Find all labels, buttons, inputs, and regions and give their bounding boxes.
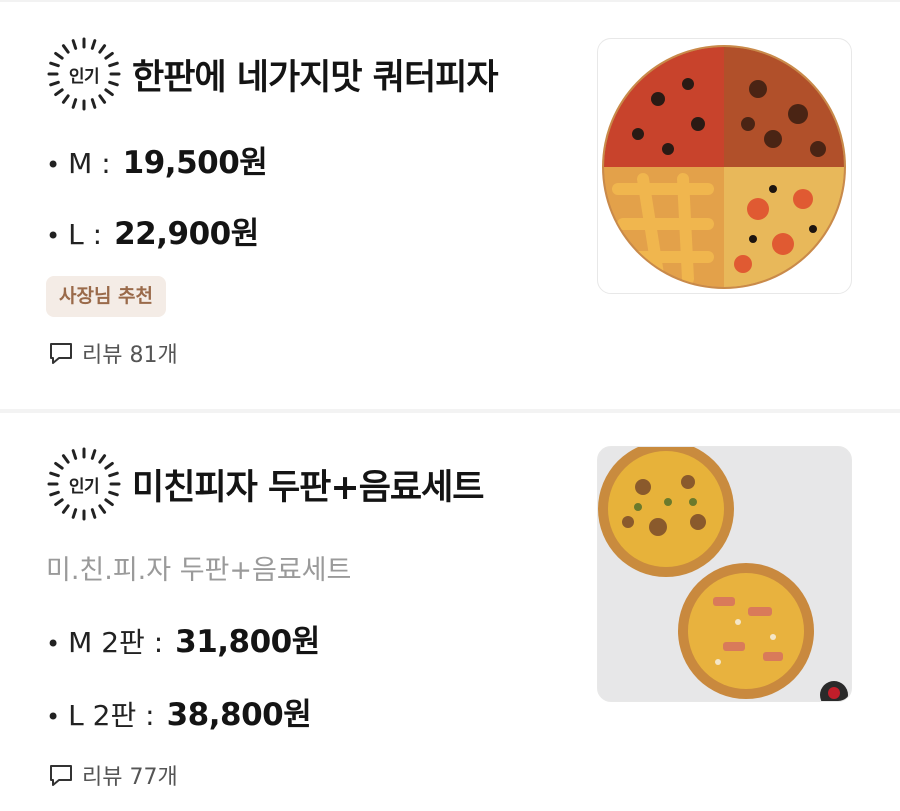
- menu-item-card[interactable]: 인기 한판에 네가지맛 쿼터피자 • M : 19,500원 • L : 22,…: [0, 0, 900, 409]
- menu-item-header: 인기 한판에 네가지맛 쿼터피자: [46, 36, 499, 112]
- speech-bubble-icon: [50, 343, 72, 364]
- speech-bubble-icon: [50, 765, 72, 786]
- two-pizzas-photo-icon: [598, 447, 851, 701]
- review-count-label: 리뷰 81개: [82, 343, 178, 368]
- price-option-l: • L : 22,900원: [46, 208, 259, 253]
- price-value: 22,900원: [114, 216, 259, 252]
- size-label: L :: [68, 218, 103, 251]
- popular-badge-label: 인기: [68, 66, 100, 87]
- menu-item-title: 한판에 네가지맛 쿼터피자: [132, 57, 499, 98]
- bullet: •: [46, 703, 61, 731]
- menu-item-header: 인기 미친피자 두판+음료세트: [46, 446, 485, 522]
- menu-item-photo[interactable]: [597, 446, 852, 702]
- popular-badge: 인기: [46, 446, 122, 522]
- price-option-m: • M : 19,500원: [46, 137, 268, 182]
- price-value: 38,800원: [166, 697, 312, 733]
- owner-recommend-tag: 사장님 추천: [46, 276, 167, 317]
- menu-item-card[interactable]: 인기 미친피자 두판+음료세트 미.친.피.자 두판+음료세트 • M 2판 :…: [0, 413, 900, 811]
- menu-item-photo[interactable]: [597, 38, 852, 294]
- review-count[interactable]: 리뷰 77개: [48, 759, 178, 791]
- popular-badge-label: 인기: [68, 476, 100, 497]
- price-value: 19,500원: [122, 145, 268, 181]
- price-value: 31,800원: [175, 624, 320, 660]
- size-label: M :: [68, 147, 111, 180]
- bullet: •: [46, 222, 61, 250]
- price-option-l: • L 2판 : 38,800원: [46, 689, 312, 734]
- price-option-m: • M 2판 : 31,800원: [46, 616, 320, 661]
- review-count[interactable]: 리뷰 81개: [48, 337, 178, 369]
- bullet: •: [46, 630, 61, 658]
- menu-item-title: 미친피자 두판+음료세트: [132, 467, 485, 508]
- popular-badge: 인기: [46, 36, 122, 112]
- review-count-label: 리뷰 77개: [82, 765, 178, 790]
- size-label: M 2판 :: [68, 626, 164, 659]
- quarter-pizza-photo-icon: [602, 45, 846, 289]
- bullet: •: [46, 151, 61, 179]
- menu-item-description: 미.친.피.자 두판+음료세트: [46, 555, 352, 586]
- size-label: L 2판 :: [68, 699, 155, 732]
